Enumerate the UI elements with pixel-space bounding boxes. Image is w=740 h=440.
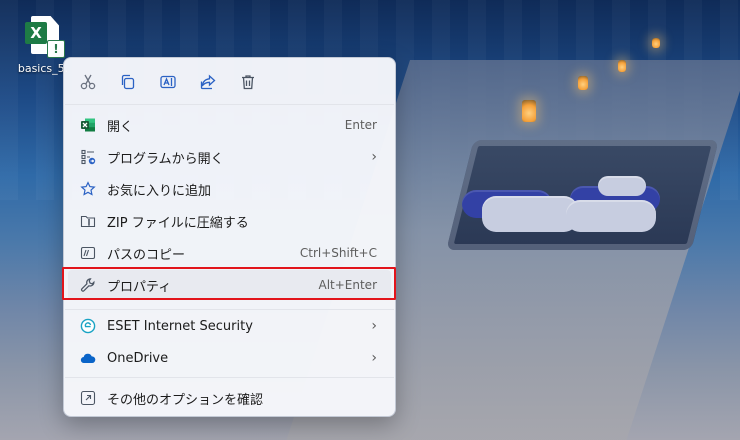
delete-button[interactable] <box>238 72 258 92</box>
menu-item-copy-path[interactable]: パスのコピー Ctrl+Shift+C <box>68 238 391 268</box>
rename-button[interactable] <box>158 72 178 92</box>
menu-item-label: プロパティ <box>107 279 172 295</box>
onedrive-cloud-icon <box>79 349 97 367</box>
menu-item-label: パスのコピー <box>107 247 186 263</box>
menu-item-more-options[interactable]: その他のオプションを確認 <box>68 383 391 413</box>
chevron-right-icon: › <box>371 350 377 366</box>
lantern <box>522 100 536 122</box>
chevron-right-icon: › <box>371 318 377 334</box>
pillow <box>566 200 656 232</box>
menu-item-compress-zip[interactable]: ZIP ファイルに圧縮する <box>68 206 391 236</box>
shortcut-label: Alt+Enter <box>318 278 377 292</box>
divider <box>65 377 394 378</box>
lantern <box>618 60 626 72</box>
wrench-icon <box>79 276 97 294</box>
more-options-icon <box>79 389 97 407</box>
context-menu: 開く Enter プログラムから開く › お気に入りに追加 ZIP ファイルに圧… <box>63 57 396 417</box>
menu-item-onedrive[interactable]: OneDrive › <box>68 343 391 373</box>
cut-button[interactable] <box>78 72 98 92</box>
copy-button[interactable] <box>118 72 138 92</box>
chevron-right-icon: › <box>371 149 377 165</box>
pillow <box>482 196 578 232</box>
warning-badge-icon: ! <box>47 40 65 58</box>
menu-item-label: ZIP ファイルに圧縮する <box>107 215 249 231</box>
menu-item-label: プログラムから開く <box>107 151 224 167</box>
delete-icon <box>242 75 254 90</box>
share-icon <box>200 74 216 90</box>
excel-icon <box>79 116 97 134</box>
shortcut-label: Enter <box>344 118 377 132</box>
rename-icon <box>160 75 176 89</box>
menu-item-open[interactable]: 開く Enter <box>68 110 391 140</box>
divider <box>65 309 394 310</box>
menu-item-label: 開く <box>107 119 134 135</box>
cut-icon <box>80 74 96 90</box>
menu-item-add-favorite[interactable]: お気に入りに追加 <box>68 174 391 204</box>
lantern <box>652 38 660 48</box>
divider <box>65 104 394 105</box>
excel-file-icon: X ! <box>25 16 65 58</box>
copy-path-icon <box>79 244 97 262</box>
zip-folder-icon <box>79 212 97 230</box>
menu-item-open-with[interactable]: プログラムから開く › <box>68 142 391 172</box>
pillow <box>598 176 646 196</box>
open-with-icon <box>79 148 97 166</box>
menu-item-properties[interactable]: プロパティ Alt+Enter <box>68 270 391 300</box>
eset-icon <box>79 317 97 335</box>
menu-item-label: お気に入りに追加 <box>107 183 212 199</box>
star-icon <box>79 180 97 198</box>
menu-item-eset[interactable]: ESET Internet Security › <box>68 311 391 341</box>
share-button[interactable] <box>198 72 218 92</box>
menu-item-label: その他のオプションを確認 <box>107 392 264 408</box>
lantern <box>578 76 588 90</box>
copy-icon <box>121 74 135 90</box>
context-menu-toolbar <box>64 58 395 104</box>
shortcut-label: Ctrl+Shift+C <box>299 246 377 260</box>
menu-item-label: OneDrive <box>107 350 169 366</box>
menu-item-label: ESET Internet Security <box>107 318 253 334</box>
